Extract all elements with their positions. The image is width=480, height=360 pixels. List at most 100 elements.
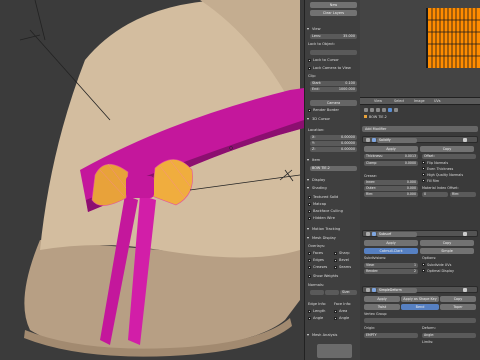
overlay-sharp[interactable]: Sharp [334, 251, 358, 256]
clip-start-field[interactable]: Start: 0.100 [310, 81, 357, 86]
rim-material-field[interactable]: Rim: [450, 192, 476, 197]
deform-angle-field[interactable]: Angle: [422, 333, 476, 338]
flip-normals-toggle[interactable]: Flip Normals [422, 161, 478, 166]
cursor-x-field[interactable]: X: 0.00000 [310, 135, 357, 140]
thickness-field[interactable]: Thickness: 0.0013 [364, 154, 418, 159]
checkbox[interactable] [308, 109, 311, 112]
display-section-header[interactable]: Display [307, 177, 359, 183]
checkbox[interactable] [334, 317, 337, 320]
scene-tab-icon[interactable] [370, 108, 374, 112]
bend-mode-button[interactable]: Bend [401, 304, 439, 310]
overlay-bevel[interactable]: Bevel [334, 258, 358, 263]
3d-viewport[interactable] [0, 0, 304, 360]
checkbox[interactable] [308, 67, 311, 70]
uv-menu-view[interactable]: View [374, 99, 382, 104]
overlay-creases[interactable]: Creases [308, 265, 332, 270]
checkbox[interactable] [308, 217, 311, 220]
chevron-down-icon[interactable] [366, 232, 370, 236]
subsurf-modifier-header[interactable]: Subsurf [362, 230, 478, 237]
object-tab-icon[interactable] [382, 108, 386, 112]
checkbox[interactable] [308, 275, 311, 278]
vertex-group-field[interactable] [364, 318, 476, 323]
view-levels-field[interactable]: View: 1 [364, 263, 418, 268]
uv-menu-image[interactable]: Image [414, 99, 425, 104]
subsurf-copy-button[interactable]: Copy [420, 240, 474, 246]
checkbox[interactable] [308, 317, 311, 320]
cursor-z-field[interactable]: Z: 0.00000 [310, 147, 357, 152]
checkbox[interactable] [308, 196, 311, 199]
even-thickness-toggle[interactable]: Even Thickness [422, 167, 478, 172]
checkbox[interactable] [422, 161, 425, 164]
lock-camera-toggle[interactable]: Lock Camera to View [308, 66, 358, 71]
clear-layers-button[interactable]: Clear Layers [310, 10, 357, 16]
3d-cursor-header[interactable]: 3D Cursor [307, 116, 359, 122]
item-section-header[interactable]: Item [307, 157, 359, 163]
crease-outer-field[interactable]: Outer: 0.000 [364, 186, 418, 191]
checkbox[interactable] [308, 259, 311, 262]
clip-end-field[interactable]: End: 1000.000 [310, 87, 357, 92]
subsurf-name-field[interactable]: Subsurf [377, 232, 417, 237]
solidify-name-field[interactable]: Solidify [377, 138, 417, 143]
checkbox[interactable] [422, 269, 425, 272]
add-modifier-dropdown[interactable]: Add Modifier [362, 126, 478, 132]
checkbox[interactable] [334, 252, 337, 255]
checkbox[interactable] [422, 263, 425, 266]
face-angle-toggle[interactable]: Angle [334, 316, 358, 321]
world-tab-icon[interactable] [376, 108, 380, 112]
apply-as-shape-key-button[interactable]: Apply as Shape Key [401, 296, 439, 302]
crease-rim-field[interactable]: Rim: 0.000 [364, 192, 418, 197]
material-tab-icon[interactable] [394, 108, 398, 112]
twist-mode-button[interactable]: Twist [364, 304, 400, 310]
mesh-analysis-header[interactable]: Mesh Analysis [307, 332, 359, 338]
chevron-down-icon[interactable] [366, 138, 370, 142]
uv-menu-uvs[interactable]: UVs [434, 99, 441, 104]
normals-face-button[interactable] [325, 290, 339, 295]
checkbox[interactable] [308, 252, 311, 255]
solidify-apply-button[interactable]: Apply [364, 146, 418, 152]
new-button[interactable]: New [310, 2, 357, 8]
checkbox[interactable] [334, 310, 337, 313]
normals-size-field[interactable]: Size: [340, 290, 357, 295]
modifier-tab-icon[interactable] [388, 108, 392, 112]
simpledeform-modifier-header[interactable]: SimpleDeform [362, 286, 478, 293]
clamp-field[interactable]: Clamp: 0.0000 [364, 161, 418, 166]
mesh-display-header[interactable]: Mesh Display [307, 235, 359, 241]
uv-image-editor[interactable] [360, 0, 480, 97]
subsurf-apply-button[interactable]: Apply [364, 240, 418, 246]
render-tab-icon[interactable] [364, 108, 368, 112]
view-section-header[interactable]: View [307, 26, 359, 32]
taper-mode-button[interactable]: Taper [440, 304, 476, 310]
camera-button[interactable]: Camera [310, 100, 357, 106]
normals-vertex-button[interactable] [310, 290, 324, 295]
uv-menu-select[interactable]: Select [394, 99, 404, 104]
motion-tracking-header[interactable]: Motion Tracking [307, 226, 359, 232]
crease-inner-field[interactable]: Inner: 0.000 [364, 180, 418, 185]
simpledeform-name-field[interactable]: SimpleDeform [377, 288, 417, 293]
checkbox[interactable] [422, 167, 425, 170]
simpledeform-apply-button[interactable]: Apply [364, 296, 400, 302]
cursor-y-field[interactable]: Y: 0.00000 [310, 141, 357, 146]
lock-object-field[interactable] [310, 50, 357, 55]
checkbox[interactable] [308, 59, 311, 62]
subdivide-uvs-toggle[interactable]: Subdivide UVs [422, 263, 478, 268]
catmull-clark-button[interactable]: Catmull-Clark [364, 248, 418, 254]
close-icon[interactable] [463, 232, 467, 236]
backface-culling-toggle[interactable]: Backface Culling [308, 209, 358, 214]
show-weights-toggle[interactable]: Show Weights [308, 274, 358, 279]
face-area-toggle[interactable]: Area [334, 309, 358, 314]
simple-button[interactable]: Simple [420, 248, 474, 254]
edge-length-toggle[interactable]: Length [308, 309, 332, 314]
edge-angle-toggle[interactable]: Angle [308, 316, 332, 321]
material-offset-field[interactable]: 0 [422, 192, 448, 197]
hidden-wire-toggle[interactable]: Hidden Wire [308, 216, 358, 221]
checkbox[interactable] [308, 266, 311, 269]
simpledeform-copy-button[interactable]: Copy [440, 296, 476, 302]
textured-solid-toggle[interactable]: Textured Solid [308, 195, 358, 200]
solidify-copy-button[interactable]: Copy [420, 146, 474, 152]
offset-field[interactable]: Offset: [422, 154, 476, 159]
checkbox[interactable] [334, 259, 337, 262]
chevron-down-icon[interactable] [366, 288, 370, 292]
properties-editor[interactable]: BOW TIE.2 Add Modifier Solidify Apply Co… [360, 106, 480, 360]
fill-rim-toggle[interactable]: Fill Rim [422, 179, 478, 184]
high-quality-normals-toggle[interactable]: High Quality Normals [422, 173, 478, 178]
